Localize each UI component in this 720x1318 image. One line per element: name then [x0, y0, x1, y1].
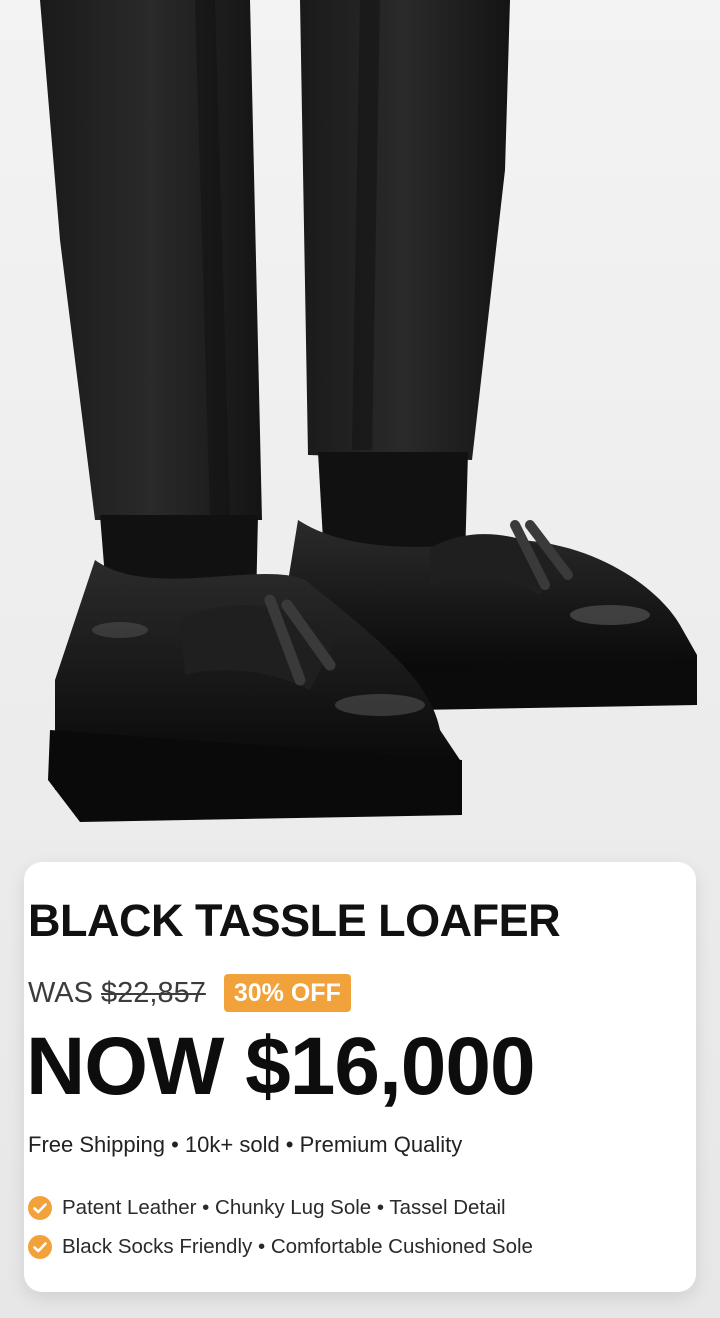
- check-circle-icon: [28, 1234, 52, 1259]
- feature-text: Black Socks Friendly • Comfortable Cushi…: [62, 1234, 533, 1258]
- feature-item: Black Socks Friendly • Comfortable Cushi…: [28, 1227, 533, 1266]
- was-label: WAS $22,857: [28, 977, 206, 1010]
- original-price-row: WAS $22,857 30% OFF: [28, 974, 351, 1012]
- check-circle-icon: [28, 1195, 52, 1220]
- feature-list: Patent Leather • Chunky Lug Sole • Tasse…: [28, 1188, 533, 1266]
- original-price: $22,857: [101, 976, 206, 1009]
- feature-text: Patent Leather • Chunky Lug Sole • Tasse…: [62, 1195, 506, 1219]
- product-title: BLACK TASSLE LOAFER: [28, 895, 561, 946]
- was-label-text: WAS: [28, 976, 93, 1009]
- shipping-meta: Free Shipping • 10k+ sold • Premium Qual…: [28, 1132, 463, 1157]
- sale-price: NOW $16,000: [26, 1021, 536, 1112]
- discount-badge: 30% OFF: [223, 974, 351, 1012]
- feature-item: Patent Leather • Chunky Lug Sole • Tasse…: [28, 1188, 533, 1227]
